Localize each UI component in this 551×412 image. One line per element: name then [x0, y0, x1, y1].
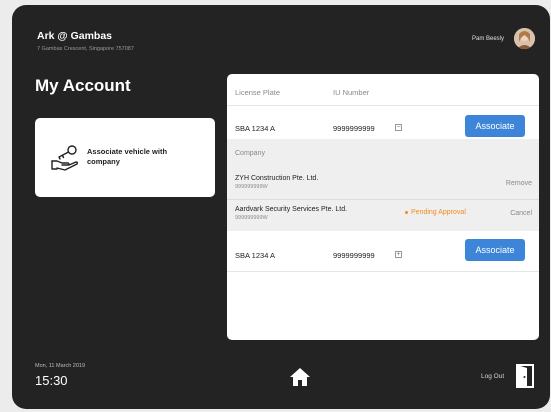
kiosk-screen: Ark @ Gambas 7 Gambas Crescent, Singapor…	[12, 5, 550, 409]
column-header-license-plate: License Plate	[235, 88, 281, 97]
associate-vehicle-card[interactable]: Associate vehicle with company	[35, 118, 215, 197]
cancel-request-link[interactable]: Cancel	[510, 210, 532, 217]
divider	[227, 199, 539, 200]
company-uen: 999999999W	[235, 184, 268, 190]
company-uen: 999999999W	[235, 215, 268, 221]
row-1-iu-number: 9999999999	[333, 124, 375, 133]
logout-label[interactable]: Log Out	[481, 373, 504, 380]
row-2-license-plate: SBA 1234 A	[235, 251, 276, 260]
vehicle-table: License Plate IU Number SBA 1234 A 99999…	[227, 74, 539, 340]
column-header-iu-number: IU Number	[333, 88, 370, 97]
site-address: 7 Gambas Crescent, Singapore 757087	[37, 46, 134, 52]
status-dot-icon	[405, 210, 408, 214]
associate-button[interactable]: Associate	[465, 239, 525, 261]
remove-company-link[interactable]: Remove	[506, 180, 532, 187]
company-name: Aardvark Security Services Pte. Ltd.	[235, 206, 348, 213]
divider	[227, 105, 539, 106]
company-section-label: Company	[235, 150, 265, 157]
company-name: ZYH Construction Pte. Ltd.	[235, 175, 319, 182]
pending-approval-label: Pending Approval	[411, 209, 466, 216]
company-item: ZYH Construction Pte. Ltd. 999999999W	[235, 175, 318, 190]
car-key-in-hand-icon	[51, 145, 79, 171]
avatar[interactable]	[514, 28, 535, 49]
home-icon[interactable]	[289, 367, 311, 387]
page-title: My Account	[35, 76, 131, 95]
pending-approval-status: Pending Approval	[405, 209, 466, 216]
site-title: Ark @ Gambas	[37, 30, 113, 42]
current-date: Mon, 11 March 2019	[35, 363, 86, 369]
collapse-row-toggle[interactable]: −	[395, 124, 402, 131]
user-avatar-icon	[514, 28, 535, 49]
divider	[227, 271, 539, 272]
user-name: Pam Beesly	[471, 36, 504, 42]
current-time: 15:30	[35, 373, 68, 388]
expand-row-toggle[interactable]: +	[395, 251, 402, 258]
associate-vehicle-label: Associate vehicle with company	[87, 147, 168, 166]
row-1-expanded-details: Company ZYH Construction Pte. Ltd. 99999…	[227, 139, 539, 231]
associate-button[interactable]: Associate	[465, 115, 525, 137]
company-item: Aardvark Security Services Pte. Ltd. 999…	[235, 206, 347, 221]
row-2-iu-number: 9999999999	[333, 251, 375, 260]
door-exit-icon[interactable]	[515, 364, 535, 388]
row-1-license-plate: SBA 1234 A	[235, 124, 276, 133]
